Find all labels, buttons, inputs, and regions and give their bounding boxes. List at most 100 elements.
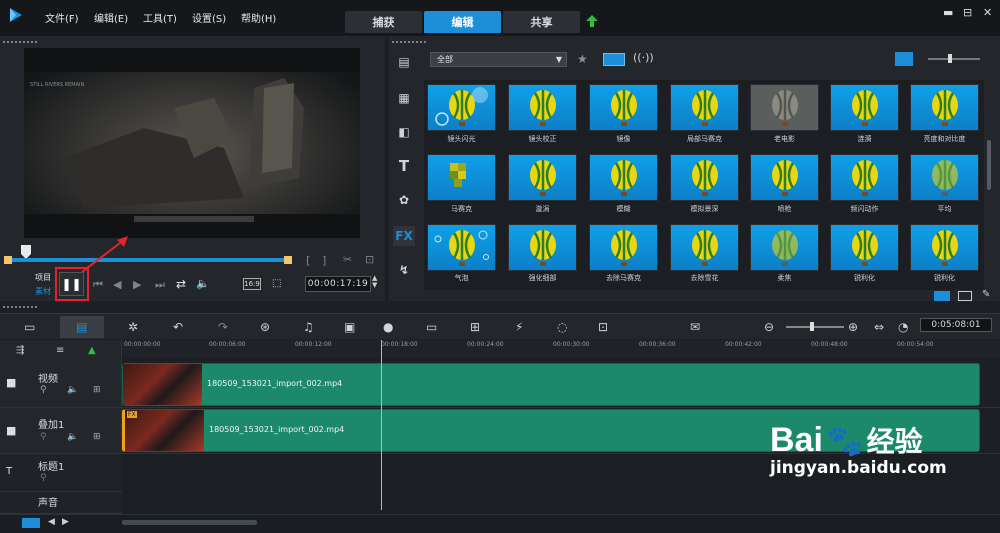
effect-thumbnail[interactable] [508,224,577,271]
preview-timecode[interactable]: 00:00:17:19 [305,276,371,292]
effect-thumbnail[interactable] [670,154,739,201]
media-icon[interactable]: ▤ [393,52,415,72]
edit-options-icon[interactable]: ✎ [982,289,990,300]
transition-icon[interactable]: ◧ [393,122,415,142]
effect-thumbnail[interactable] [670,224,739,271]
timecode-stepper-icon[interactable]: ▲ ▼ [372,275,377,289]
upload-arrow-icon[interactable] [585,14,599,28]
multi-camera-icon[interactable]: ⊞ [470,320,480,334]
storyboard-view-icon[interactable]: ▭ [24,320,35,334]
effect-thumbnail[interactable] [427,154,496,201]
mark-out-handle[interactable] [284,256,292,264]
repeat-icon[interactable]: ⇄ [176,277,186,291]
record-capture-icon[interactable]: ⊛ [260,320,270,334]
screen-capture-icon[interactable]: ⊡ [598,320,608,334]
menu-edit[interactable]: 编辑(E) [94,10,128,25]
title-icon[interactable]: T [393,156,415,176]
project-mode-label[interactable]: 项目 [35,272,51,283]
ripple-edit-icon[interactable]: ⊞ [93,432,101,442]
effect-thumbnail[interactable] [589,154,658,201]
sound-mixer-icon[interactable]: ♫ [303,320,314,334]
effect-thumbnail[interactable] [750,224,819,271]
gallery-scrollbar[interactable] [987,140,991,190]
menu-file[interactable]: 文件(F) [45,10,79,25]
auto-music-icon[interactable]: ▣ [344,320,355,334]
effect-thumbnail[interactable] [427,84,496,131]
minimize-icon[interactable]: ▬ [943,6,953,19]
scroll-left-icon[interactable]: ◀ [48,517,55,527]
mark-in-icon[interactable]: [ [306,254,310,267]
zoom-out-icon[interactable]: ⊖ [764,320,774,334]
effect-thumbnail[interactable] [910,84,979,131]
panel-grip-icon[interactable] [2,40,38,44]
zoom-preview-icon[interactable]: ⊡ [365,253,374,266]
split-clip-icon[interactable]: ✂ [343,253,352,266]
effect-thumbnail[interactable] [830,224,899,271]
effect-thumbnail[interactable] [427,224,496,271]
effect-thumbnail[interactable] [670,84,739,131]
library-view-icon[interactable] [934,291,950,301]
thumbnail-size-handle[interactable] [948,54,952,63]
instant-project-icon[interactable]: ▦ [393,88,415,108]
redo-icon[interactable]: ↷ [218,320,228,334]
zoom-slider[interactable] [786,326,844,328]
scroll-right-icon[interactable]: ▶ [62,517,69,527]
resize-preview-icon[interactable]: ⬚ [272,278,281,289]
next-frame-icon[interactable]: ▶ [133,278,141,291]
preview-video[interactable]: STILL RIVERS REMAIN [24,48,360,238]
view-mode-icon[interactable] [895,52,913,66]
add-favorite-icon[interactable]: ★ [577,52,588,66]
panel-grip-icon[interactable] [2,305,38,309]
timeline-scrollbar[interactable] [122,520,257,525]
effect-thumbnail[interactable] [910,154,979,201]
subtitle-editor-icon[interactable]: ▭ [426,320,437,334]
ripple-edit-icon[interactable]: ⊞ [93,385,101,395]
aspect-ratio-button[interactable]: 16:9 [243,278,261,290]
effect-thumbnail[interactable] [508,84,577,131]
effect-thumbnail[interactable] [589,84,658,131]
graphic-icon[interactable]: ✿ [393,190,415,210]
menu-settings[interactable]: 设置(S) [192,10,226,25]
tab-edit[interactable]: 编辑 [424,11,501,33]
path-icon[interactable]: ↯ [393,260,415,280]
effect-thumbnail[interactable] [750,154,819,201]
volume-icon[interactable]: 🔈 [196,277,210,290]
show-video-filters-icon[interactable] [603,53,625,66]
effect-thumbnail[interactable] [910,224,979,271]
close-icon[interactable]: ✕ [983,6,992,19]
mute-icon[interactable]: 🔈 [67,432,78,442]
effect-thumbnail[interactable] [830,84,899,131]
motion-tracking-icon[interactable]: ● [383,320,393,334]
add-track-icon[interactable]: ▲ [88,345,96,356]
mark-in-handle[interactable] [4,256,12,264]
go-to-end-icon[interactable]: ⏭ [155,278,165,292]
undo-icon[interactable]: ↶ [173,320,183,334]
restore-icon[interactable]: ⊟ [963,6,972,19]
zoom-slider-handle[interactable] [810,322,814,331]
mark-out-icon[interactable]: ] [322,254,326,267]
effect-thumbnail[interactable] [830,154,899,201]
timeline-ruler[interactable]: 00:00:00:00 00:00:06:00 00:00:12:00 00:0… [122,340,1000,358]
filter-fx-tab[interactable]: FX [393,226,415,246]
chapter-point-icon[interactable]: ≡ [56,345,64,356]
filter-category-select[interactable]: 全部 [430,52,567,67]
panel-grip-icon[interactable] [391,40,427,44]
zoom-in-icon[interactable]: ⊕ [848,320,858,334]
previous-frame-icon[interactable]: ◀ [113,278,121,291]
smart-package-icon[interactable]: ✉ [690,320,700,334]
track-manager-icon[interactable]: ⇶ [16,345,24,356]
mute-icon[interactable]: 🔈 [67,385,78,395]
timeline-playhead[interactable] [381,340,382,510]
clip-mode-label[interactable]: 素材 [35,286,51,297]
link-icon[interactable]: ⚲ [40,432,47,442]
tab-capture[interactable]: 捕获 [345,11,422,33]
fit-project-icon[interactable]: ⇔ [874,320,884,334]
effect-thumbnail[interactable] [508,154,577,201]
show-audio-filters-icon[interactable]: ((·)) [633,51,654,64]
thumbnail-size-slider[interactable] [928,58,980,60]
link-icon[interactable]: ⚲ [40,385,47,395]
project-duration[interactable]: 0:05:08:01 [920,318,992,332]
link-icon[interactable]: ⚲ [40,473,47,483]
tools-icon[interactable]: ✲ [128,320,138,334]
tab-share[interactable]: 共享 [503,11,580,33]
